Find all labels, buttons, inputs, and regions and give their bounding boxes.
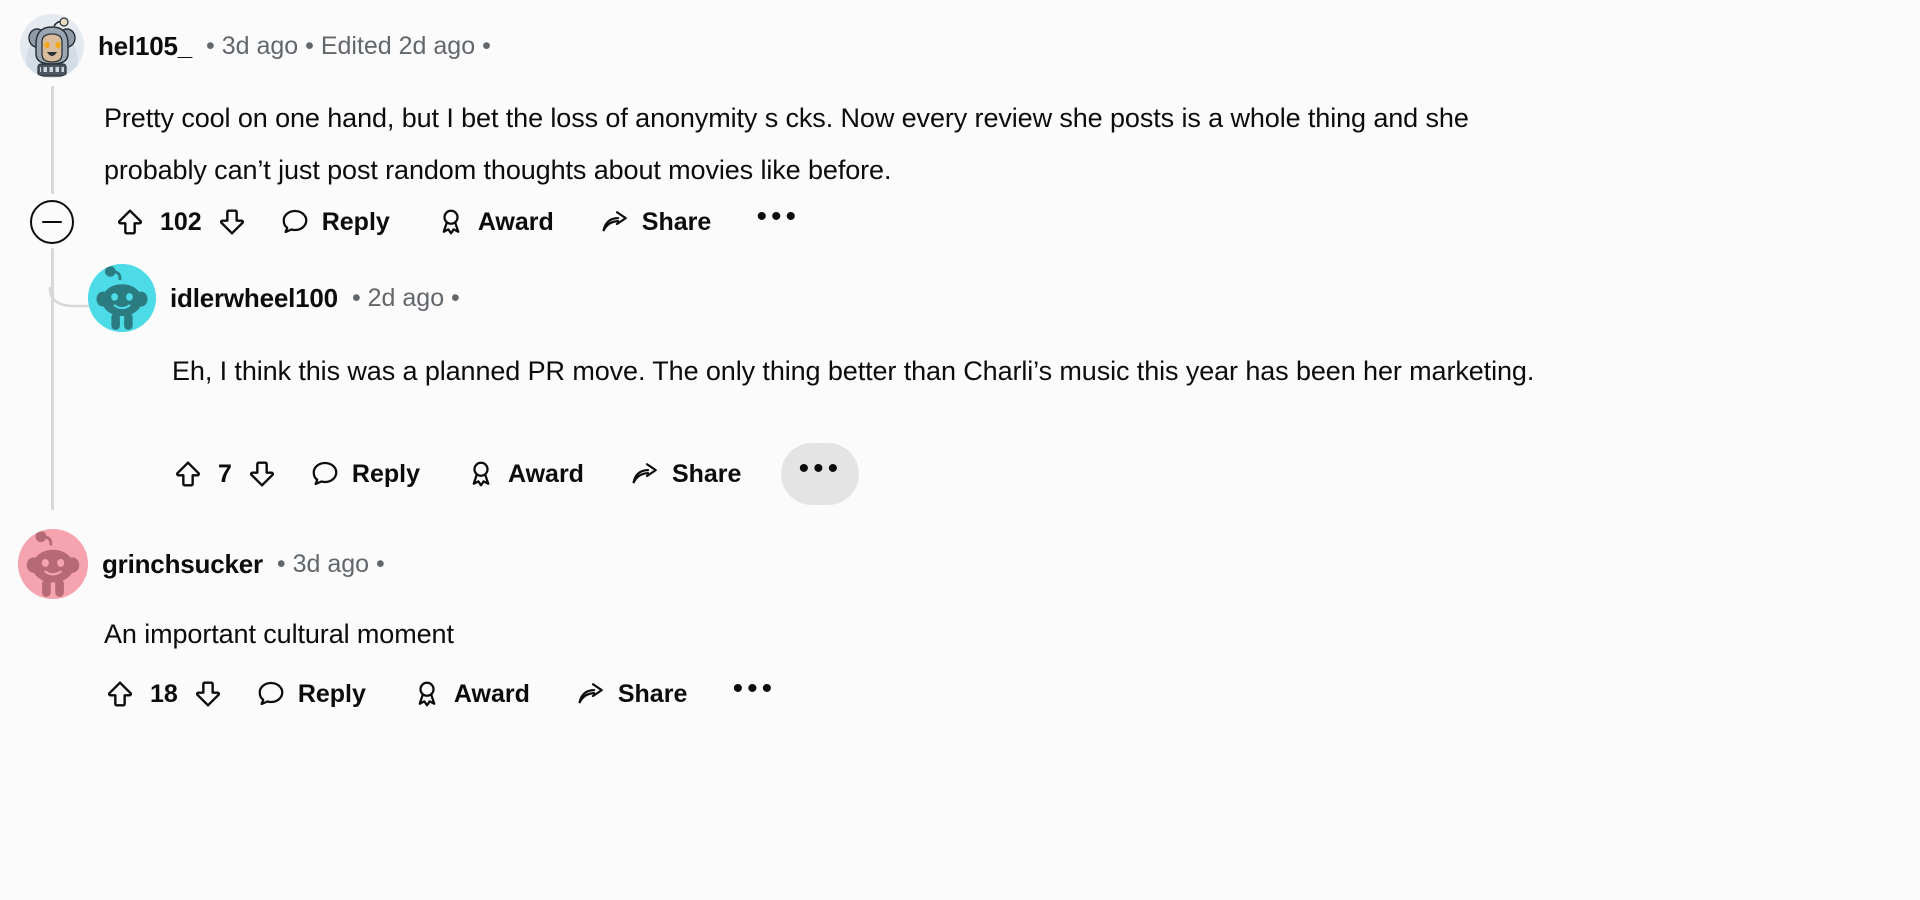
reply-label: Reply	[351, 459, 420, 488]
more-options-button[interactable]: •••	[715, 663, 793, 725]
collapse-minus-icon[interactable]	[30, 200, 74, 244]
snoo-pink-avatar[interactable]	[18, 529, 88, 599]
comment-thread: hel105_ • 3d ago • Edited 2d ago • Prett…	[0, 0, 1920, 900]
reply-label: Reply	[321, 207, 390, 236]
downvote-arrow-icon[interactable]	[216, 206, 248, 238]
reply-button[interactable]: Reply	[304, 448, 426, 500]
comment-meta: • 2d ago •	[351, 283, 460, 312]
award-label: Award	[453, 679, 530, 708]
more-options-button[interactable]: •••	[739, 191, 817, 253]
comment-author-username[interactable]: hel105_	[98, 31, 192, 62]
reply-button[interactable]: Reply	[274, 196, 396, 248]
comment-action-bar: 18 Reply Award Share •••	[104, 666, 793, 722]
comment-action-bar: 7 Reply Award Share •••	[172, 443, 860, 505]
comment-header: grinchsucker • 3d ago •	[18, 528, 385, 600]
koala-hoodie-avatar[interactable]	[20, 14, 84, 78]
share-arrow-icon	[576, 679, 606, 709]
award-medal-icon	[412, 679, 442, 709]
comment-item: hel105_ • 3d ago • Edited 2d ago •	[20, 10, 491, 82]
comment-item: grinchsucker • 3d ago •	[18, 528, 385, 600]
more-options-button[interactable]: •••	[781, 443, 860, 505]
award-label: Award	[477, 207, 554, 236]
comment-meta: • 3d ago •	[276, 549, 385, 578]
award-button[interactable]: Award	[460, 448, 590, 500]
share-label: Share	[617, 679, 688, 708]
award-label: Award	[508, 459, 584, 488]
vote-count: 18	[150, 679, 178, 708]
vote-group: 18	[104, 678, 224, 710]
comment-body: Eh, I think this was a planned PR move. …	[172, 356, 1535, 386]
vote-count: 7	[218, 459, 232, 488]
upvote-arrow-icon[interactable]	[114, 206, 146, 238]
share-button[interactable]: Share	[624, 448, 747, 500]
comment-header: idlerwheel100 • 2d ago •	[88, 262, 460, 334]
minus-bar	[42, 220, 62, 224]
award-button[interactable]: Award	[430, 196, 560, 248]
share-button[interactable]: Share	[570, 668, 693, 720]
downvote-arrow-icon[interactable]	[246, 458, 278, 490]
vote-group: 102	[114, 206, 248, 238]
award-button[interactable]: Award	[406, 668, 536, 720]
comment-author-username[interactable]: idlerwheel100	[170, 283, 338, 314]
comment-body: An important cultural moment	[104, 619, 454, 649]
share-label: Share	[641, 207, 712, 236]
comment-bubble-icon	[280, 207, 310, 237]
vote-count: 102	[160, 207, 202, 236]
snoo-cyan-avatar[interactable]	[88, 264, 156, 332]
comment-item-nested: idlerwheel100 • 2d ago •	[88, 262, 460, 334]
share-button[interactable]: Share	[594, 196, 717, 248]
comment-body: Pretty cool on one hand, but I bet the l…	[104, 103, 1469, 185]
comment-header: hel105_ • 3d ago • Edited 2d ago •	[20, 10, 491, 82]
share-label: Share	[671, 459, 742, 488]
reply-button[interactable]: Reply	[250, 668, 372, 720]
share-arrow-icon	[600, 207, 630, 237]
comment-bubble-icon	[256, 679, 286, 709]
upvote-arrow-icon[interactable]	[172, 458, 204, 490]
comment-action-bar: 102 Reply Award Share •••	[30, 194, 817, 250]
upvote-arrow-icon[interactable]	[104, 678, 136, 710]
share-arrow-icon	[630, 459, 660, 489]
downvote-arrow-icon[interactable]	[192, 678, 224, 710]
reply-label: Reply	[297, 679, 366, 708]
thread-line-root	[51, 86, 54, 194]
vote-group: 7	[172, 458, 278, 490]
award-medal-icon	[466, 459, 496, 489]
comment-bubble-icon	[310, 459, 340, 489]
comment-meta: • 3d ago • Edited 2d ago •	[206, 31, 491, 60]
comment-author-username[interactable]: grinchsucker	[102, 549, 263, 580]
award-medal-icon	[436, 207, 466, 237]
